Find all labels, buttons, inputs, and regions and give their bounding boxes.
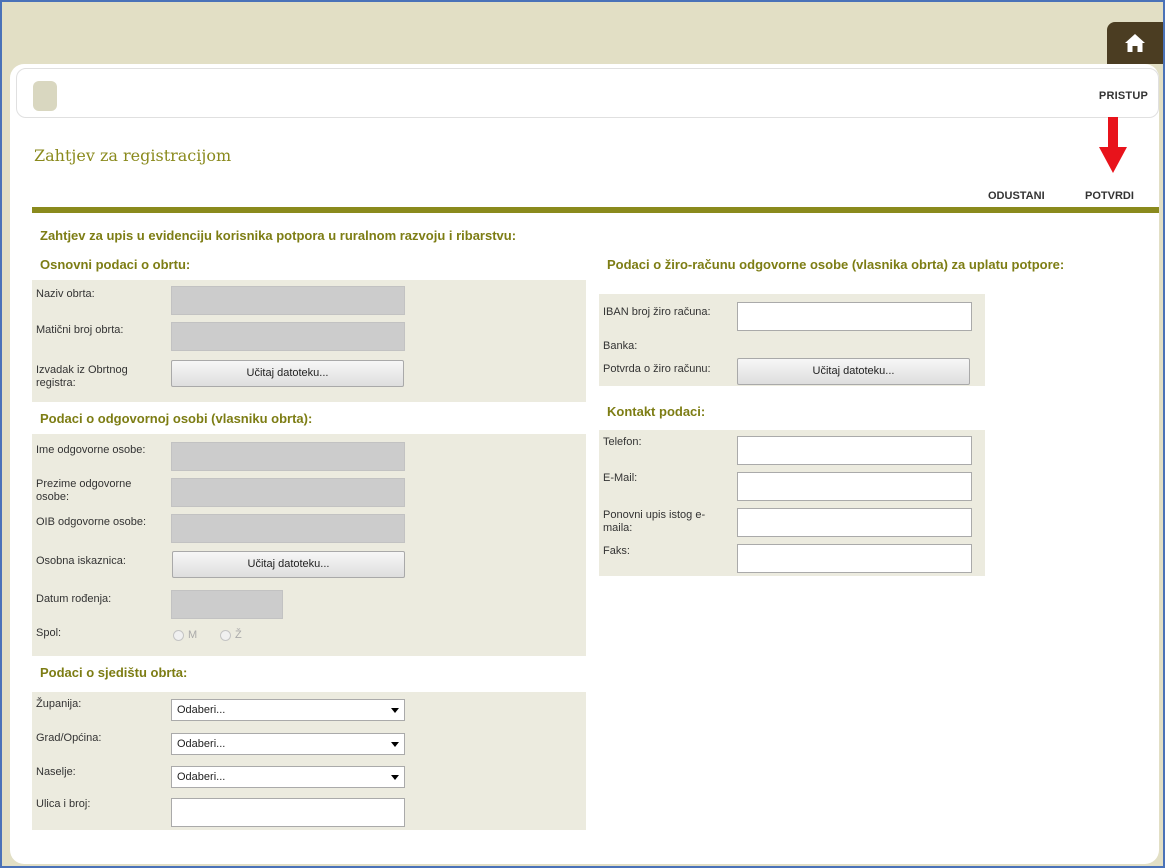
- spol-m-label: M: [188, 629, 198, 641]
- label-telefon: Telefon:: [603, 436, 642, 448]
- label-naselje: Naselje:: [36, 766, 76, 778]
- label-izvadak: Izvadak iz Obrtnog registra:: [36, 364, 128, 389]
- spol-z-radio[interactable]: [220, 630, 231, 641]
- grad-select-value: Odaberi...: [177, 738, 226, 750]
- datum-field: [171, 590, 283, 619]
- naselje-select-value: Odaberi...: [177, 771, 226, 783]
- zupanija-select[interactable]: Odaberi...: [171, 699, 405, 721]
- main-card: PRISTUP Zahtjev za registracijom ODUSTAN…: [10, 64, 1159, 864]
- logo-placeholder: [33, 81, 57, 111]
- faks-input[interactable]: [737, 544, 972, 573]
- section-title-racun: Podaci o žiro-računu odgovorne osobe (vl…: [607, 257, 1065, 272]
- naziv-field: [171, 286, 405, 315]
- label-spol: Spol:: [36, 627, 62, 639]
- spol-m-radio[interactable]: [173, 630, 184, 641]
- section-kontakt: Telefon: E-Mail: Ponovni upis istog e-ma…: [599, 430, 985, 576]
- zupanija-select-value: Odaberi...: [177, 704, 226, 716]
- grad-select[interactable]: Odaberi...: [171, 733, 405, 755]
- chevron-down-icon: [391, 708, 399, 713]
- header-divider: [32, 207, 1159, 213]
- label-iskaznica: Osobna iskaznica:: [36, 555, 126, 567]
- maticni-field: [171, 322, 405, 351]
- section-racun: IBAN broj žiro računa: Banka: Potvrda o …: [599, 294, 985, 386]
- section-title-osnovni: Osnovni podaci o obrtu:: [40, 257, 191, 272]
- label-faks: Faks:: [603, 545, 630, 557]
- top-bar: PRISTUP: [16, 68, 1159, 118]
- label-potvrda: Potvrda o žiro računu:: [603, 363, 711, 375]
- label-grad: Grad/Općina:: [36, 732, 102, 744]
- section-title-sjediste: Podaci o sjedištu obrta:: [40, 665, 188, 680]
- spol-z-label: Ž: [235, 629, 242, 641]
- label-maticni: Matični broj obrta:: [36, 324, 124, 336]
- label-prezime: Prezime odgovorne osobe:: [36, 478, 132, 503]
- section-title-kontakt: Kontakt podaci:: [607, 404, 706, 419]
- label-ponovni-email: Ponovni upis istog e-maila:: [603, 509, 706, 534]
- page-title: Zahtjev za registracijom: [34, 146, 232, 165]
- chevron-down-icon: [391, 775, 399, 780]
- annotation-arrow-icon: [1099, 117, 1127, 173]
- pristup-link[interactable]: PRISTUP: [1099, 90, 1148, 102]
- app-window: PRISTUP Zahtjev za registracijom ODUSTAN…: [0, 0, 1165, 868]
- ulica-input[interactable]: [171, 798, 405, 827]
- naselje-select[interactable]: Odaberi...: [171, 766, 405, 788]
- cancel-button[interactable]: ODUSTANI: [988, 190, 1045, 202]
- section-osnovni: Naziv obrta: Matični broj obrta: Izvadak…: [32, 280, 586, 402]
- prezime-field: [171, 478, 405, 507]
- label-email: E-Mail:: [603, 472, 638, 484]
- confirm-button[interactable]: POTVRDI: [1085, 190, 1134, 202]
- upload-iskaznica-button[interactable]: Učitaj datoteku...: [172, 551, 405, 578]
- label-oib: OIB odgovorne osobe:: [36, 516, 147, 528]
- label-zupanija: Županija:: [36, 698, 82, 710]
- label-iban: IBAN broj žiro računa:: [603, 306, 711, 318]
- label-banka: Banka:: [603, 340, 638, 352]
- chevron-down-icon: [391, 742, 399, 747]
- home-icon: [1125, 34, 1145, 52]
- section-title-osoba: Podaci o odgovornoj osobi (vlasniku obrt…: [40, 411, 313, 426]
- section-osoba: Ime odgovorne osobe: Prezime odgovorne o…: [32, 434, 586, 656]
- label-ulica: Ulica i broj:: [36, 798, 91, 810]
- home-button[interactable]: [1107, 22, 1163, 64]
- label-ime: Ime odgovorne osobe:: [36, 444, 146, 456]
- email-input[interactable]: [737, 472, 972, 501]
- ponovni-email-input[interactable]: [737, 508, 972, 537]
- label-datum: Datum rođenja:: [36, 593, 112, 605]
- form-heading: Zahtjev za upis u evidenciju korisnika p…: [40, 228, 517, 243]
- oib-field: [171, 514, 405, 543]
- ime-field: [171, 442, 405, 471]
- iban-input[interactable]: [737, 302, 972, 331]
- section-sjediste: Županija: Odaberi... Grad/Općina: Odaber…: [32, 692, 586, 830]
- label-naziv: Naziv obrta:: [36, 288, 95, 300]
- upload-izvadak-button[interactable]: Učitaj datoteku...: [171, 360, 404, 387]
- telefon-input[interactable]: [737, 436, 972, 465]
- upload-potvrda-button[interactable]: Učitaj datoteku...: [737, 358, 970, 385]
